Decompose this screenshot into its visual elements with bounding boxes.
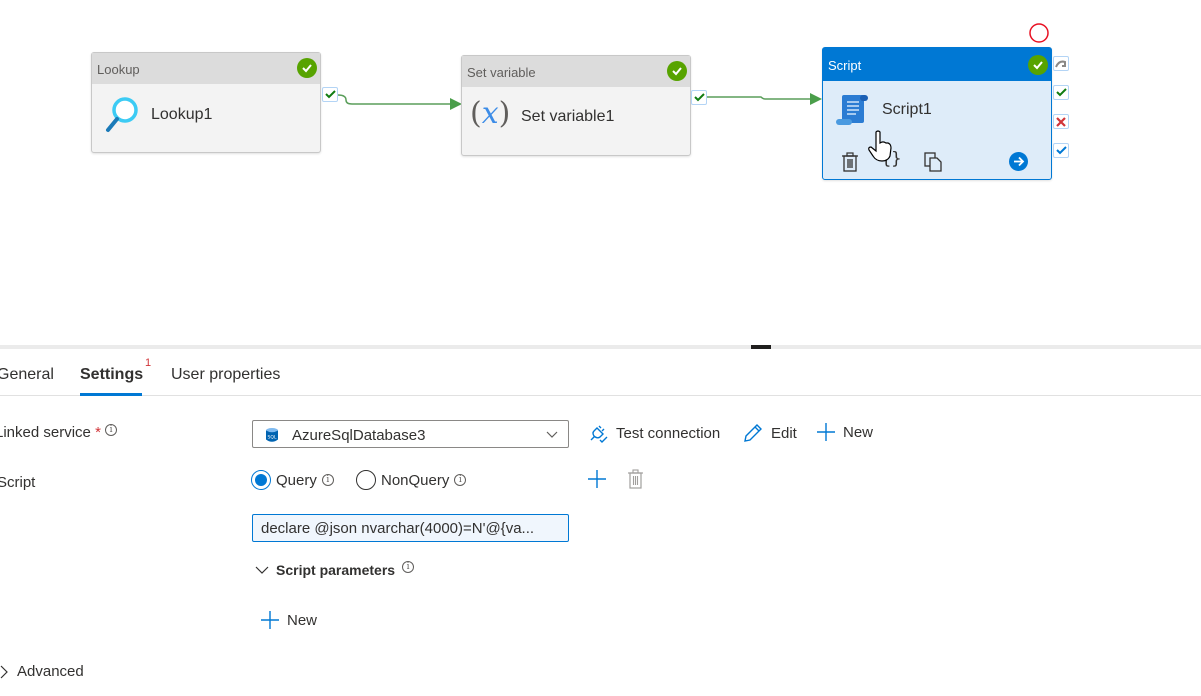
sql-database-icon: SQL [266,428,278,442]
activity-type-label: Script [823,48,1051,81]
script-parameters-toggle[interactable]: Script parameters i [255,561,415,578]
script-scroll-icon [836,95,868,125]
test-connection-button[interactable]: Test connection [588,423,720,443]
script-query-input[interactable]: declare @json nvarchar(4000)=N'@{va... [252,514,569,542]
delete-script-icon[interactable] [628,469,643,489]
connector-setvariable-script[interactable] [707,96,812,100]
activity-set-variable[interactable]: Set variable (x) Set variable1 [461,55,691,156]
connector-arrow [810,93,822,105]
activity-type: Lookup [97,62,140,77]
linked-service-select[interactable]: SQL AzureSqlDatabase3 [252,420,569,448]
error-count-badge: 1 [145,357,152,369]
success-check-icon [667,61,687,81]
query-radio[interactable]: Query i [251,470,334,490]
breakpoint-circle[interactable] [1029,23,1049,43]
failure-output-port[interactable] [1053,114,1069,129]
connector-lookup-setvariable[interactable] [337,94,452,105]
copy-icon[interactable] [924,152,942,172]
delete-icon[interactable] [842,152,858,172]
success-check-icon [1028,55,1048,75]
go-to-icon[interactable] [1009,152,1028,171]
nonquery-radio[interactable]: NonQuery i [356,470,467,490]
new-script-parameter-button[interactable]: New [261,611,317,629]
info-icon[interactable]: i [105,424,118,436]
nonquery-label: NonQuery [381,471,450,489]
linked-service-label: Linked service * i [0,424,118,441]
new-label: New [843,423,874,441]
active-tab-indicator [80,393,142,396]
script-label: Script [0,474,36,491]
success-output-port[interactable] [322,87,338,102]
activity-lookup[interactable]: Lookup Lookup1 [91,52,321,153]
advanced-toggle[interactable]: Advanced [0,663,84,680]
linked-service-label-text: Linked service [0,424,91,441]
add-script-plus-icon[interactable] [588,470,606,488]
completion-output-port[interactable] [1053,143,1069,158]
success-output-port[interactable] [1053,85,1069,100]
svg-text:SQL: SQL [268,435,277,441]
radio-unselected[interactable] [356,470,376,490]
activity-name: Set variable1 [521,108,615,125]
plus-icon [817,423,835,441]
hand-cursor-icon [868,130,892,162]
tab-user-properties[interactable]: User properties [171,366,280,384]
info-icon[interactable]: i [454,474,467,486]
activity-type-label: Set variable [462,56,690,87]
variable-x-icon: (x) [470,96,511,131]
activity-script[interactable]: Script Script1 {} [822,47,1052,180]
script-parameters-label: Script parameters [276,562,396,578]
properties-tabs: General Settings 1 User properties [0,349,1201,396]
query-label: Query [276,471,317,489]
new-linked-service-button[interactable]: New [817,423,873,441]
plug-check-icon [590,425,608,443]
chevron-down-icon [255,566,269,574]
new-label: New [287,611,318,629]
info-icon[interactable]: i [321,474,334,486]
chevron-down-icon [546,431,558,438]
info-icon[interactable]: i [402,561,415,573]
activity-name: Script1 [882,101,932,118]
activity-name: Lookup1 [151,106,213,123]
radio-selected[interactable] [251,470,271,490]
linked-service-value: AzureSqlDatabase3 [292,427,426,444]
magnifier-icon [106,97,138,132]
chevron-right-icon [0,665,8,678]
required-mark: * [95,424,101,441]
success-output-port[interactable] [691,90,707,105]
pipeline-canvas[interactable]: Lookup Lookup1 Set variable (x) Set vari… [0,0,1201,345]
advanced-label: Advanced [17,663,84,680]
activity-type: Set variable [467,65,536,80]
activity-type: Script [828,58,862,73]
success-check-icon [297,58,317,78]
skip-output-port[interactable] [1053,56,1069,71]
plus-icon [261,611,279,629]
tab-general[interactable]: General [0,366,54,384]
pencil-icon [744,424,762,442]
edit-button[interactable]: Edit [743,423,797,443]
edit-label: Edit [771,424,797,442]
activity-type-label: Lookup [92,53,320,84]
tab-settings[interactable]: Settings [80,366,143,384]
test-connection-label: Test connection [616,424,721,442]
